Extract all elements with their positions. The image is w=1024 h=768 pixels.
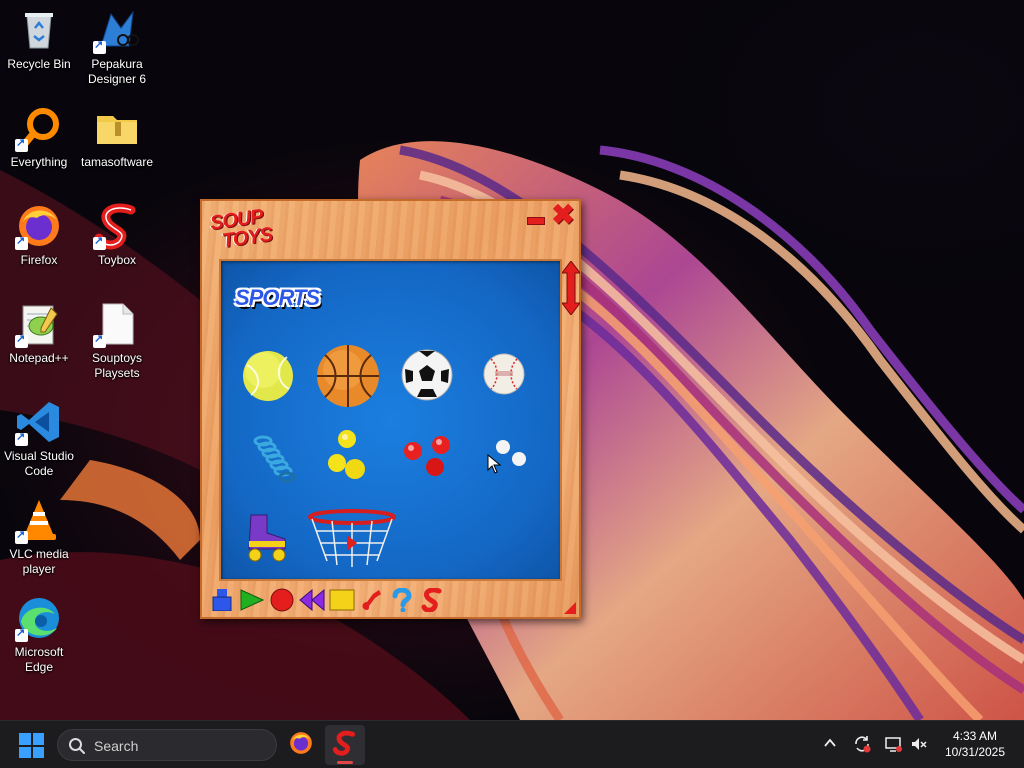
roller-skate[interactable] — [241, 511, 293, 563]
vscode-icon — [15, 398, 63, 446]
clock-date: 10/31/2025 — [944, 745, 1006, 759]
clock-time: 4:33 AM — [952, 729, 998, 743]
sync-icon[interactable] — [852, 735, 872, 755]
close-button[interactable]: ✖ — [551, 201, 575, 229]
yellow-balls[interactable] — [325, 429, 371, 483]
desktop-icon-label: Microsoft Edge — [14, 645, 64, 674]
taskbar-search[interactable]: Search — [57, 729, 277, 761]
desktop-icon-label: Toybox — [97, 253, 137, 267]
desktop-icon-label: Recycle Bin — [7, 57, 71, 71]
category-title: SPORTS — [235, 285, 320, 310]
desktop-icon-souptoys-playsets[interactable]: Souptoys Playsets — [78, 300, 156, 381]
active-indicator — [337, 761, 353, 764]
basketball-hoop[interactable] — [307, 509, 397, 569]
soup-toys-logo: SOUP TOYS — [208, 205, 278, 253]
system-clock[interactable]: 4:33 AM 10/31/2025 — [938, 728, 1012, 760]
red-balls[interactable] — [401, 435, 455, 479]
minimize-button[interactable] — [527, 217, 545, 225]
desktop-icon-label: Notepad++ — [9, 351, 69, 365]
resize-grip[interactable] — [564, 602, 576, 614]
desktop-icon-label: Everything — [10, 155, 68, 169]
desktop-icon-label: Visual Studio Code — [4, 449, 74, 478]
desktop-icon-firefox[interactable]: Firefox — [0, 202, 78, 268]
taskbar-toybox[interactable] — [325, 725, 365, 765]
desktop-icon-label: tamasoftware — [80, 155, 154, 169]
desktop-icon-notepad-plus-plus[interactable]: Notepad++ — [0, 300, 78, 366]
desktop-icon-label: Souptoys Playsets — [91, 351, 143, 380]
basketball[interactable] — [315, 343, 381, 409]
desktop-icon-vlc[interactable]: VLC media player — [0, 496, 78, 577]
network-icon[interactable] — [883, 735, 903, 755]
pepakura-icon — [93, 6, 141, 54]
souptoys-window[interactable]: SOUP TOYS ✖ SPORTS — [200, 199, 581, 619]
vlc-icon — [15, 496, 63, 544]
desktop-icon-label: Pepakura Designer 6 — [87, 57, 147, 86]
search-placeholder: Search — [94, 738, 139, 754]
chevron-up-icon[interactable] — [820, 735, 840, 755]
rewind-icon[interactable] — [298, 587, 326, 613]
app-toolbar — [208, 587, 446, 613]
scroll-arrow[interactable] — [561, 260, 581, 316]
firefox-icon — [15, 202, 63, 250]
search-icon — [68, 737, 86, 755]
baseball[interactable] — [483, 353, 525, 395]
taskbar-firefox[interactable] — [281, 725, 321, 765]
slinky[interactable] — [251, 433, 299, 485]
play-icon[interactable] — [238, 587, 266, 613]
desktop-icon-edge[interactable]: Microsoft Edge — [0, 594, 78, 675]
record-icon[interactable] — [268, 587, 296, 613]
toy-playfield[interactable]: SPORTS — [219, 259, 562, 581]
stamp-tool-icon[interactable] — [208, 587, 236, 613]
edge-icon — [15, 594, 63, 642]
desktop-icon-tamasoftware[interactable]: tamasoftware — [78, 104, 156, 170]
firefox-icon — [288, 730, 314, 761]
volume-muted-icon[interactable] — [909, 735, 929, 755]
start-button[interactable] — [19, 733, 44, 758]
document-icon — [93, 300, 141, 348]
note-icon[interactable] — [358, 587, 386, 613]
folder-icon — [93, 104, 141, 152]
toybox-icon — [93, 202, 141, 250]
desktop-icon-vscode[interactable]: Visual Studio Code — [0, 398, 78, 479]
toybox-icon — [332, 730, 358, 761]
everything-search-icon — [15, 104, 63, 152]
desktop-icon-everything[interactable]: Everything — [0, 104, 78, 170]
soccer-ball[interactable] — [401, 349, 453, 401]
desktop-icon-toybox[interactable]: Toybox — [78, 202, 156, 268]
soup-s-icon[interactable] — [418, 587, 446, 613]
recycle-bin-icon — [15, 6, 63, 54]
desktop-icon-label: Firefox — [20, 253, 58, 267]
tennis-ball[interactable] — [241, 349, 295, 403]
desktop-icon-recycle-bin[interactable]: Recycle Bin — [0, 6, 78, 72]
notepad-plus-plus-icon — [15, 300, 63, 348]
taskbar: Search 4:33 AM 10/31/2025 — [0, 720, 1024, 768]
help-icon[interactable] — [388, 587, 416, 613]
mouse-cursor — [487, 453, 502, 474]
desktop-icon-pepakura[interactable]: Pepakura Designer 6 — [78, 6, 156, 87]
stop-icon[interactable] — [328, 587, 356, 613]
desktop-icon-label: VLC media player — [9, 547, 69, 576]
